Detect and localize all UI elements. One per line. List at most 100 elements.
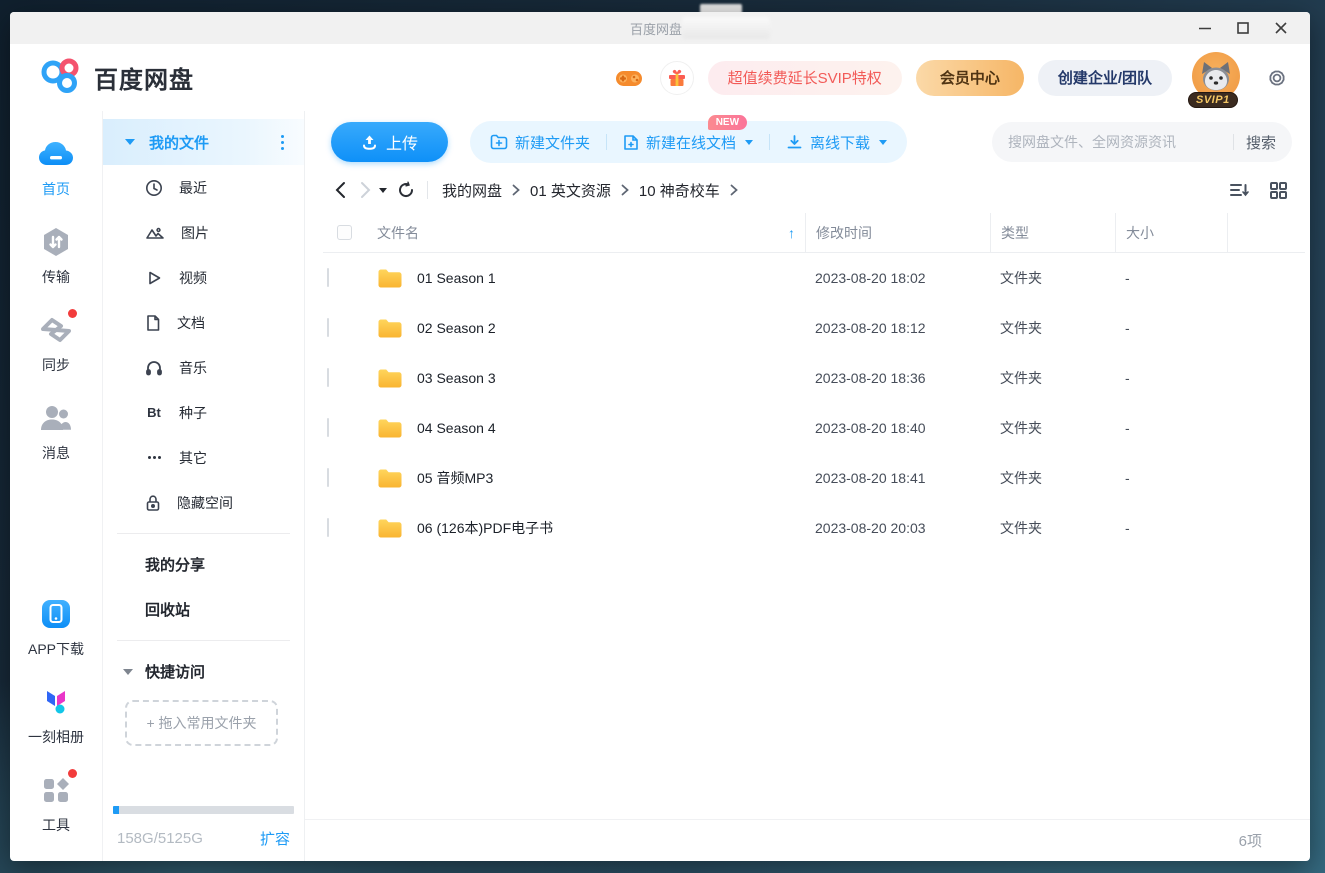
- table-row[interactable]: 02 Season 2 2023-08-20 18:12 文件夹 -: [323, 303, 1305, 353]
- sidebar-item-torrents[interactable]: Bt 种子: [103, 390, 304, 435]
- sidebar-item-my-files[interactable]: 我的文件: [103, 119, 304, 165]
- status-bar: 6项: [305, 819, 1310, 861]
- select-all-checkbox[interactable]: [337, 225, 352, 240]
- file-name[interactable]: 02 Season 2: [417, 320, 496, 336]
- chevron-right-icon: [730, 184, 738, 196]
- sidebar-section-quick-access[interactable]: 快捷访问: [103, 649, 304, 694]
- user-avatar[interactable]: SVIP1: [1192, 52, 1242, 104]
- breadcrumb-item-root[interactable]: 我的网盘: [442, 180, 502, 201]
- new-online-doc-button[interactable]: NEW 新建在线文档: [623, 132, 753, 153]
- rail-item-home[interactable]: 首页: [10, 137, 102, 199]
- search-box: 搜索: [992, 122, 1292, 162]
- history-dropdown-icon[interactable]: [379, 188, 387, 193]
- column-header-name[interactable]: 文件名 ↑: [367, 213, 805, 252]
- rail-item-photos[interactable]: 一刻相册: [10, 685, 102, 747]
- item-count: 6项: [1239, 830, 1262, 851]
- file-name[interactable]: 04 Season 4: [417, 420, 496, 436]
- divider: [117, 640, 290, 641]
- offline-download-button[interactable]: 离线下载: [786, 132, 887, 153]
- search-input[interactable]: [1008, 134, 1221, 150]
- sidebar-item-others[interactable]: 其它: [103, 435, 304, 480]
- more-menu-icon[interactable]: [277, 131, 288, 154]
- file-name[interactable]: 03 Season 3: [417, 370, 496, 386]
- drop-folder-target[interactable]: + 拖入常用文件夹: [125, 700, 278, 746]
- search-button[interactable]: 搜索: [1246, 132, 1276, 153]
- divider: [769, 134, 770, 150]
- folder-icon: [377, 318, 403, 339]
- settings-gear-icon[interactable]: [1262, 63, 1292, 93]
- forward-button[interactable]: [353, 177, 379, 203]
- column-header-time[interactable]: 修改时间: [805, 213, 990, 252]
- sidebar-item-documents[interactable]: 文档: [103, 300, 304, 345]
- file-modified-time: 2023-08-20 18:02: [805, 270, 990, 286]
- lock-icon: [145, 494, 161, 512]
- table-row[interactable]: 05 音频MP3 2023-08-20 18:41 文件夹 -: [323, 453, 1305, 503]
- file-name[interactable]: 06 (126本)PDF电子书: [417, 518, 553, 538]
- row-checkbox[interactable]: [327, 518, 329, 537]
- rail-item-messages[interactable]: 消息: [10, 401, 102, 463]
- logo-cloud-icon: [40, 56, 84, 99]
- notification-dot: [68, 769, 77, 778]
- file-modified-time: 2023-08-20 18:12: [805, 320, 990, 336]
- file-type: 文件夹: [990, 468, 1115, 488]
- file-nav-sidebar: 我的文件 最近 图片 视频: [103, 111, 305, 861]
- upload-button[interactable]: 上传: [331, 122, 448, 162]
- gift-icon[interactable]: [660, 61, 694, 95]
- column-header-type[interactable]: 类型: [990, 213, 1115, 252]
- bt-icon: Bt: [145, 405, 163, 420]
- sidebar-item-hidden-space[interactable]: 隐藏空间: [103, 480, 304, 525]
- file-type: 文件夹: [990, 368, 1115, 388]
- rail-item-app-download[interactable]: APP下载: [10, 597, 102, 659]
- table-row[interactable]: 01 Season 1 2023-08-20 18:02 文件夹 -: [323, 253, 1305, 303]
- row-checkbox[interactable]: [327, 468, 329, 487]
- svip-renew-promo-button[interactable]: 超值续费延长SVIP特权: [708, 61, 902, 95]
- sidebar-item-pictures[interactable]: 图片: [103, 210, 304, 255]
- create-team-button[interactable]: 创建企业/团队: [1038, 60, 1172, 96]
- maximize-button[interactable]: [1228, 16, 1258, 40]
- grid-view-icon[interactable]: [1269, 181, 1288, 200]
- storage-usage-text: 158G/5125G: [117, 830, 203, 847]
- table-row[interactable]: 03 Season 3 2023-08-20 18:36 文件夹 -: [323, 353, 1305, 403]
- close-button[interactable]: [1266, 16, 1296, 40]
- row-checkbox[interactable]: [327, 268, 329, 287]
- game-center-icon[interactable]: [612, 61, 646, 95]
- titlebar: 百度网盘 ·: [10, 12, 1310, 44]
- sidebar-item-label: 文档: [177, 313, 205, 333]
- rail-item-sync[interactable]: 同步: [10, 313, 102, 375]
- sidebar-item-recent[interactable]: 最近: [103, 165, 304, 210]
- file-type: 文件夹: [990, 518, 1115, 538]
- cloud-home-icon: [37, 137, 75, 171]
- folder-icon: [377, 418, 403, 439]
- baidu-netdisk-logo: 百度网盘: [40, 56, 194, 99]
- sort-ascending-icon[interactable]: ↑: [788, 225, 795, 241]
- file-name[interactable]: 01 Season 1: [417, 270, 496, 286]
- column-header-size[interactable]: 大小: [1115, 213, 1227, 252]
- expand-storage-link[interactable]: 扩容: [260, 828, 290, 849]
- table-row[interactable]: 06 (126本)PDF电子书 2023-08-20 20:03 文件夹 -: [323, 503, 1305, 553]
- quick-access-label: 快捷访问: [145, 661, 205, 682]
- vip-center-button[interactable]: 会员中心: [916, 60, 1024, 96]
- sidebar-item-videos[interactable]: 视频: [103, 255, 304, 300]
- rail-item-label: 一刻相册: [28, 727, 84, 747]
- sidebar-item-music[interactable]: 音乐: [103, 345, 304, 390]
- refresh-button[interactable]: [393, 177, 419, 203]
- back-button[interactable]: [327, 177, 353, 203]
- table-row[interactable]: 04 Season 4 2023-08-20 18:40 文件夹 -: [323, 403, 1305, 453]
- sidebar-item-label: 隐藏空间: [177, 493, 233, 513]
- sort-order-icon[interactable]: [1229, 181, 1251, 199]
- censored-username: [682, 17, 770, 39]
- toolbar-group: 新建文件夹 NEW 新建在线文档: [470, 121, 907, 163]
- breadcrumb-item-current[interactable]: 10 神奇校车: [639, 180, 720, 201]
- row-checkbox[interactable]: [327, 418, 329, 437]
- new-folder-button[interactable]: 新建文件夹: [490, 132, 590, 153]
- minimize-button[interactable]: [1190, 16, 1220, 40]
- row-checkbox[interactable]: [327, 368, 329, 387]
- row-checkbox[interactable]: [327, 318, 329, 337]
- rail-item-tools[interactable]: 工具: [10, 773, 102, 835]
- rail-item-transfer[interactable]: 传输: [10, 225, 102, 287]
- transfer-icon: [37, 225, 75, 259]
- sidebar-item-my-shares[interactable]: 我的分享: [103, 542, 304, 587]
- breadcrumb-item[interactable]: 01 英文资源: [530, 180, 611, 201]
- file-name[interactable]: 05 音频MP3: [417, 468, 493, 488]
- sidebar-item-recycle-bin[interactable]: 回收站: [103, 587, 304, 632]
